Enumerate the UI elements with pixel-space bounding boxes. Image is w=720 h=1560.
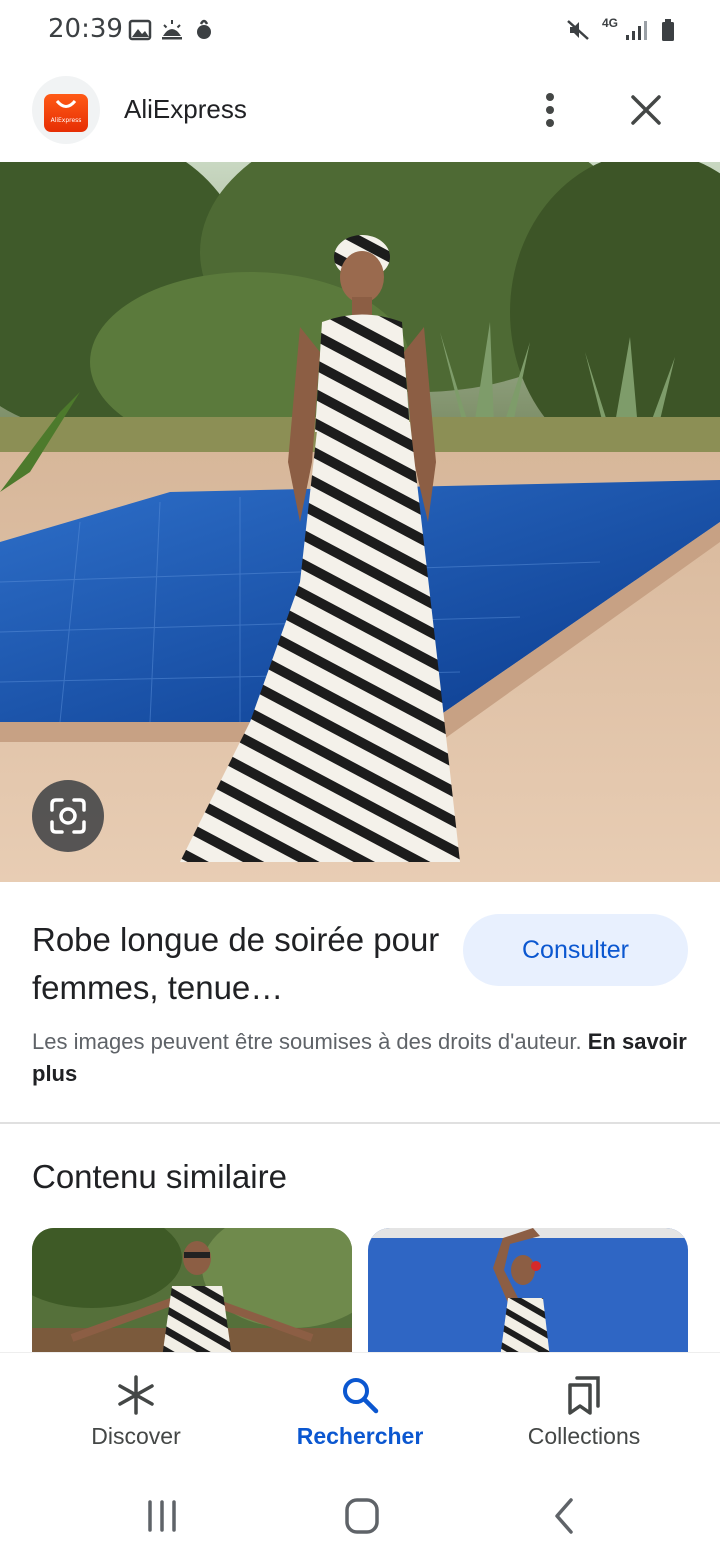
similar-content-heading: Contenu similaire <box>32 1158 287 1195</box>
gallery-icon <box>128 19 152 41</box>
collections-icon <box>568 1376 600 1415</box>
more-options-icon[interactable] <box>530 90 570 130</box>
nav-label-search: Rechercher <box>296 1423 424 1449</box>
status-time: 20:39 <box>48 14 123 44</box>
weather-icon <box>162 20 182 40</box>
notification-icon <box>197 19 211 39</box>
result-title[interactable]: Robe longue de soirée pour femmes, tenue… <box>32 916 442 1012</box>
system-navigation-bar <box>0 1470 720 1560</box>
status-bar: 20:39 4G <box>0 0 720 60</box>
similar-thumbnail[interactable] <box>32 1228 352 1358</box>
back-icon[interactable] <box>540 1494 588 1538</box>
lens-icon <box>50 798 86 834</box>
logo-text: AliExpress <box>50 117 82 124</box>
consult-button[interactable]: Consulter <box>463 914 688 986</box>
bottom-navigation: Discover Rechercher Collections <box>0 1352 720 1470</box>
close-icon[interactable] <box>624 88 668 132</box>
divider <box>0 1122 720 1124</box>
copyright-text: Les images peuvent être soumises à des d… <box>32 1029 582 1054</box>
home-icon[interactable] <box>338 1494 386 1538</box>
app-name: AliExpress <box>124 94 247 124</box>
search-icon <box>343 1378 379 1414</box>
asterisk-icon <box>118 1375 154 1415</box>
mute-icon <box>567 20 589 40</box>
google-lens-button[interactable] <box>32 780 104 852</box>
battery-icon <box>662 19 674 41</box>
product-image[interactable] <box>0 162 720 882</box>
nav-item-search[interactable]: Rechercher <box>240 1353 480 1471</box>
app-header: AliExpress AliExpress <box>0 72 720 148</box>
nav-label-discover: Discover <box>91 1423 181 1449</box>
nav-label-collections: Collections <box>527 1423 641 1449</box>
aliexpress-logo[interactable]: AliExpress <box>32 76 100 144</box>
copyright-notice: Les images peuvent être soumises à des d… <box>32 1026 692 1090</box>
network-type: 4G <box>602 16 619 30</box>
nav-item-discover[interactable]: Discover <box>16 1353 256 1471</box>
recent-apps-icon[interactable] <box>138 1494 186 1538</box>
similar-thumbnail[interactable] <box>368 1228 688 1358</box>
signal-icon <box>626 21 647 40</box>
nav-item-collections[interactable]: Collections <box>464 1353 704 1471</box>
aliexpress-logo-icon: AliExpress <box>44 94 88 132</box>
